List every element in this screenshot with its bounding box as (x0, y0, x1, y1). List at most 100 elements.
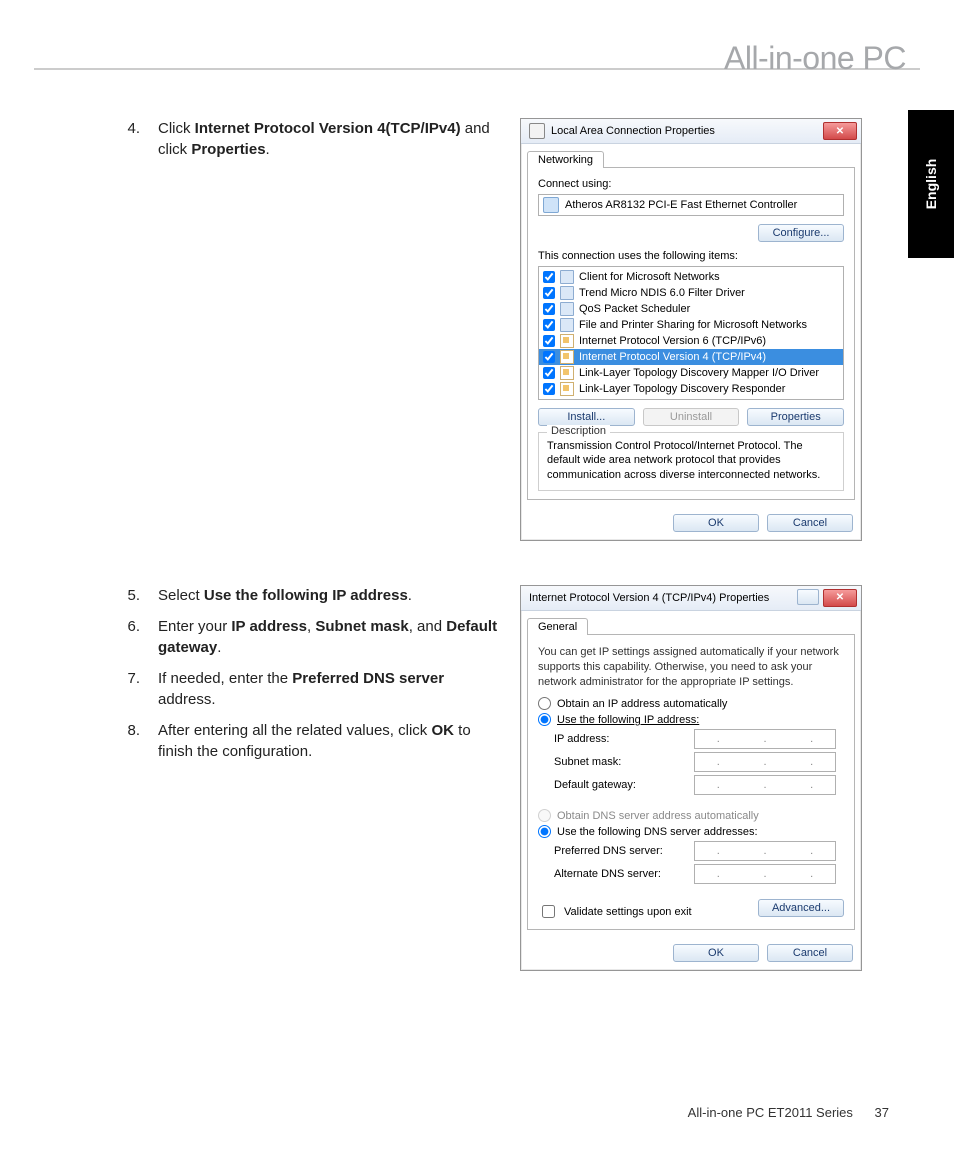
connection-item[interactable]: Link-Layer Topology Discovery Mapper I/O… (539, 365, 843, 381)
step-text: Select Use the following IP address. (158, 585, 500, 606)
ip-hint-text: You can get IP settings assigned automat… (538, 645, 844, 690)
step-text: Enter your IP address, Subnet mask, and … (158, 616, 500, 658)
step-number: 6. (120, 616, 140, 658)
close-button[interactable]: ✕ (823, 589, 857, 607)
protocol-icon (560, 334, 574, 348)
connection-item[interactable]: Internet Protocol Version 4 (TCP/IPv4) (539, 349, 843, 365)
item-label: Link-Layer Topology Discovery Mapper I/O… (579, 367, 819, 379)
protocol-icon (560, 382, 574, 396)
language-tab-label: English (923, 159, 939, 210)
preferred-dns-field[interactable]: ... (694, 841, 836, 861)
ip-address-label: IP address: (554, 733, 684, 745)
step-number: 4. (120, 118, 140, 160)
instruction-list-a: 4. Click Internet Protocol Version 4(TCP/… (120, 118, 500, 160)
radio-use-ip[interactable] (538, 713, 551, 726)
validate-label: Validate settings upon exit (564, 906, 692, 918)
item-label: File and Printer Sharing for Microsoft N… (579, 319, 807, 331)
step-number: 8. (120, 720, 140, 762)
dialog1-titlebar: Local Area Connection Properties ✕ (521, 119, 861, 144)
default-gateway-field[interactable]: ... (694, 775, 836, 795)
help-button[interactable] (797, 589, 819, 605)
item-label: Internet Protocol Version 4 (TCP/IPv4) (579, 351, 766, 363)
install-button[interactable]: Install... (538, 408, 635, 426)
radio-obtain-dns (538, 809, 551, 822)
item-checkbox[interactable] (543, 319, 555, 331)
radio-obtain-ip-label: Obtain an IP address automatically (557, 698, 727, 710)
item-checkbox[interactable] (543, 303, 555, 315)
adapter-field[interactable]: Atheros AR8132 PCI-E Fast Ethernet Contr… (538, 194, 844, 216)
item-label: Internet Protocol Version 6 (TCP/IPv6) (579, 335, 766, 347)
step-text: Click Internet Protocol Version 4(TCP/IP… (158, 118, 500, 160)
connection-item[interactable]: Internet Protocol Version 6 (TCP/IPv6) (539, 333, 843, 349)
close-button[interactable]: ✕ (823, 122, 857, 140)
adapter-name: Atheros AR8132 PCI-E Fast Ethernet Contr… (565, 199, 797, 211)
connect-using-label: Connect using: (538, 178, 844, 190)
item-checkbox[interactable] (543, 271, 555, 283)
instruction-step: 4. Click Internet Protocol Version 4(TCP/… (120, 118, 500, 160)
uninstall-button: Uninstall (643, 408, 740, 426)
dialog1-title: Local Area Connection Properties (551, 125, 715, 137)
item-label: Client for Microsoft Networks (579, 271, 720, 283)
service-icon (560, 302, 574, 316)
item-checkbox[interactable] (543, 383, 555, 395)
item-label: Link-Layer Topology Discovery Responder (579, 383, 785, 395)
instruction-step: 8. After entering all the related values,… (120, 720, 500, 762)
description-legend: Description (547, 425, 610, 437)
instruction-step: 7. If needed, enter the Preferred DNS ser… (120, 668, 500, 710)
radio-use-dns-label: Use the following DNS server addresses: (557, 826, 758, 838)
item-checkbox[interactable] (543, 351, 555, 363)
alternate-dns-field[interactable]: ... (694, 864, 836, 884)
radio-obtain-ip[interactable] (538, 697, 551, 710)
dialog2-title: Internet Protocol Version 4 (TCP/IPv4) P… (529, 592, 769, 604)
alternate-dns-label: Alternate DNS server: (554, 868, 684, 880)
ok-button[interactable]: OK (673, 944, 759, 962)
step-text: After entering all the related values, c… (158, 720, 500, 762)
validate-checkbox[interactable] (542, 905, 555, 918)
connection-item[interactable]: Trend Micro NDIS 6.0 Filter Driver (539, 285, 843, 301)
cancel-button[interactable]: Cancel (767, 514, 853, 532)
step-number: 5. (120, 585, 140, 606)
item-checkbox[interactable] (543, 367, 555, 379)
description-text: Transmission Control Protocol/Internet P… (547, 439, 835, 482)
connection-item[interactable]: Link-Layer Topology Discovery Responder (539, 381, 843, 397)
instruction-list-b: 5. Select Use the following IP address. 6.… (120, 585, 500, 762)
step-number: 7. (120, 668, 140, 710)
instruction-step: 5. Select Use the following IP address. (120, 585, 500, 606)
items-label: This connection uses the following items… (538, 250, 844, 262)
service-icon (560, 270, 574, 284)
service-icon (560, 286, 574, 300)
connection-items-list[interactable]: Client for Microsoft Networks Trend Micro… (538, 266, 844, 400)
ip-address-field[interactable]: ... (694, 729, 836, 749)
cancel-button[interactable]: Cancel (767, 944, 853, 962)
footer-series: All-in-one PC ET2011 Series (688, 1105, 853, 1120)
connection-item[interactable]: File and Printer Sharing for Microsoft N… (539, 317, 843, 333)
advanced-button[interactable]: Advanced... (758, 899, 844, 917)
subnet-mask-label: Subnet mask: (554, 756, 684, 768)
instruction-step: 6. Enter your IP address, Subnet mask, an… (120, 616, 500, 658)
nic-icon (543, 197, 559, 213)
protocol-icon (560, 350, 574, 364)
radio-use-dns[interactable] (538, 825, 551, 838)
step-text: If needed, enter the Preferred DNS serve… (158, 668, 500, 710)
configure-button[interactable]: Configure... (758, 224, 844, 242)
tab-general[interactable]: General (527, 618, 588, 635)
service-icon (560, 318, 574, 332)
footer-page-number: 37 (875, 1105, 889, 1120)
subnet-mask-field[interactable]: ... (694, 752, 836, 772)
connection-item[interactable]: QoS Packet Scheduler (539, 301, 843, 317)
radio-obtain-dns-label: Obtain DNS server address automatically (557, 810, 759, 822)
preferred-dns-label: Preferred DNS server: (554, 845, 684, 857)
page-title: All-in-one PC (724, 40, 906, 77)
dialog-ipv4-properties: Internet Protocol Version 4 (TCP/IPv4) P… (520, 585, 862, 972)
properties-button[interactable]: Properties (747, 408, 844, 426)
item-checkbox[interactable] (543, 287, 555, 299)
tab-networking[interactable]: Networking (527, 151, 604, 168)
connection-item[interactable]: Client for Microsoft Networks (539, 269, 843, 285)
item-label: QoS Packet Scheduler (579, 303, 690, 315)
ok-button[interactable]: OK (673, 514, 759, 532)
dialog2-titlebar: Internet Protocol Version 4 (TCP/IPv4) P… (521, 586, 861, 611)
window-icon (529, 123, 545, 139)
protocol-icon (560, 366, 574, 380)
item-checkbox[interactable] (543, 335, 555, 347)
default-gateway-label: Default gateway: (554, 779, 684, 791)
